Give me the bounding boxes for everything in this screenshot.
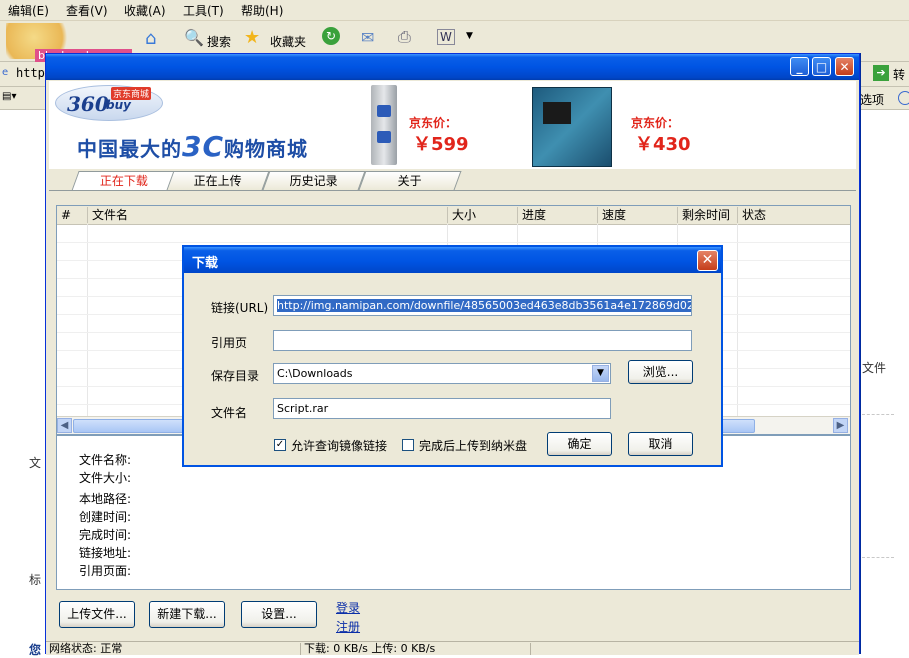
- app-titlebar[interactable]: _ □ ✕: [46, 54, 859, 80]
- list-header: # 文件名 大小 进度 速度 剩余时间 状态: [57, 206, 850, 225]
- home-icon[interactable]: ⌂: [145, 28, 156, 49]
- ad-banner[interactable]: 360 buy 京东商城 中国最大的3C购物商城 京东价： ￥599 京东价： …: [49, 81, 856, 169]
- price2-value: ￥430: [635, 134, 691, 155]
- upload-after-label: 完成后上传到纳米盘: [419, 439, 528, 453]
- slogan-3c: 3C: [182, 130, 225, 163]
- col-filename[interactable]: 文件名: [87, 207, 447, 223]
- network-status: 网络状态: 正常: [49, 642, 123, 655]
- mail-icon[interactable]: ✉: [361, 28, 374, 47]
- url-field[interactable]: http://img.namipan.com/downfile/48565003…: [273, 295, 692, 316]
- slogan-part: 购物商城: [224, 137, 309, 161]
- page-menu-icon[interactable]: ▤▾: [2, 91, 16, 102]
- motherboard-image: [532, 87, 612, 167]
- menu-help[interactable]: 帮助(H): [241, 2, 283, 19]
- register-link[interactable]: 注册: [336, 618, 360, 635]
- help-circle-icon[interactable]: [898, 91, 909, 105]
- mirror-checkbox[interactable]: ✓: [274, 439, 286, 451]
- col-index[interactable]: #: [57, 207, 87, 223]
- tab-downloading[interactable]: 正在下载: [71, 171, 177, 191]
- search-icon[interactable]: 🔍: [184, 28, 204, 47]
- new-download-button[interactable]: 新建下载...: [149, 601, 225, 628]
- col-speed[interactable]: 速度: [597, 207, 677, 223]
- download-dialog: 下载 ✕ 链接(URL) http://img.namipan.com/down…: [182, 245, 723, 467]
- ok-button[interactable]: 确定: [547, 432, 612, 456]
- scroll-left-icon[interactable]: ◀: [57, 418, 72, 433]
- history-icon[interactable]: ↻: [322, 27, 340, 45]
- status-empty: [530, 643, 859, 655]
- url-value: http://img.namipan.com/downfile/48565003…: [277, 299, 691, 312]
- price2-label: 京东价：: [631, 116, 680, 130]
- url-label: 链接(URL): [211, 301, 269, 315]
- bg-text-nin: 您: [29, 643, 42, 657]
- logo-text-buy: buy: [106, 98, 131, 112]
- detail-referer: 引用页面:: [79, 564, 132, 578]
- logo-tag: 京东商城: [111, 87, 152, 100]
- tab-strip: 正在下载 正在上传 历史记录 关于: [49, 171, 856, 191]
- menu-favorites[interactable]: 收藏(A): [124, 2, 166, 19]
- filename-label: 文件名: [211, 406, 248, 420]
- transfer-speed: 下载: 0 KB/s 上传: 0 KB/s: [300, 643, 530, 655]
- maximize-button[interactable]: □: [812, 57, 831, 76]
- detail-completed: 完成时间:: [79, 528, 132, 542]
- browser-menubar: 编辑(E) 查看(V) 收藏(A) 工具(T) 帮助(H): [0, 0, 909, 21]
- search-button[interactable]: 搜索: [207, 33, 231, 50]
- dialog-titlebar[interactable]: 下载 ✕: [184, 247, 721, 273]
- bg-divider: [862, 414, 894, 415]
- upload-file-button[interactable]: 上传文件...: [59, 601, 135, 628]
- favorites-button[interactable]: 收藏夹: [270, 33, 306, 50]
- detail-created: 创建时间:: [79, 510, 132, 524]
- price1-label: 京东价：: [409, 116, 458, 130]
- bg-text-wen: 文: [29, 456, 42, 470]
- ie-page-icon: e: [2, 67, 9, 78]
- upload-after-checkbox[interactable]: [402, 439, 414, 451]
- dialog-title: 下载: [192, 256, 219, 271]
- mirror-label: 允许查询镜像链接: [291, 439, 388, 453]
- logo-text-360: 360: [67, 92, 109, 116]
- tab-divider: [49, 190, 856, 191]
- chevron-down-icon[interactable]: ▼: [466, 31, 473, 41]
- col-size[interactable]: 大小: [447, 207, 517, 223]
- go-button[interactable]: 转: [893, 66, 905, 83]
- bg-divider: [862, 557, 894, 558]
- settings-button[interactable]: 设置...: [241, 601, 317, 628]
- bg-text-wenjian: 文件: [862, 361, 887, 375]
- edit-icon[interactable]: W: [437, 29, 455, 45]
- referer-field[interactable]: [273, 330, 692, 351]
- menu-edit[interactable]: 编辑(E): [8, 2, 49, 19]
- col-status[interactable]: 状态: [737, 207, 850, 223]
- tab-about[interactable]: 关于: [358, 171, 462, 190]
- col-progress[interactable]: 进度: [517, 207, 597, 223]
- scroll-right-icon[interactable]: ▶: [833, 418, 848, 433]
- cancel-button[interactable]: 取消: [628, 432, 693, 456]
- filename-field[interactable]: Script.rar: [273, 398, 611, 419]
- tab-history[interactable]: 历史记录: [262, 171, 366, 190]
- options-button[interactable]: 选项: [860, 91, 884, 108]
- save-dir-value: C:\Downloads: [277, 367, 353, 380]
- banner-slogan: 中国最大的3C购物商城: [77, 130, 308, 163]
- detail-link: 链接地址:: [79, 546, 132, 560]
- close-button[interactable]: ✕: [835, 57, 854, 76]
- menu-tools[interactable]: 工具(T): [183, 2, 224, 19]
- save-dir-label: 保存目录: [211, 369, 260, 383]
- slogan-part: 中国最大的: [77, 137, 182, 161]
- browse-button[interactable]: 浏览...: [628, 360, 693, 384]
- login-link[interactable]: 登录: [336, 599, 360, 616]
- print-icon[interactable]: ⎙: [398, 27, 411, 47]
- col-remaining[interactable]: 剩余时间: [677, 207, 737, 223]
- chevron-down-icon[interactable]: ▼: [592, 365, 609, 382]
- bg-text-biao: 标: [29, 573, 42, 587]
- save-dir-combo[interactable]: C:\Downloads ▼: [273, 363, 611, 384]
- detail-file-name: 文件名称:: [79, 453, 132, 467]
- referer-label: 引用页: [211, 336, 248, 350]
- dialog-close-button[interactable]: ✕: [697, 250, 718, 271]
- star-icon[interactable]: ★: [244, 27, 260, 48]
- detail-local-path: 本地路径:: [79, 492, 132, 506]
- tab-uploading[interactable]: 正在上传: [166, 171, 270, 190]
- go-arrow-icon[interactable]: ➔: [873, 65, 889, 81]
- menu-view[interactable]: 查看(V): [66, 2, 108, 19]
- minimize-button[interactable]: _: [790, 57, 809, 76]
- detail-file-size: 文件大小:: [79, 471, 132, 485]
- price1-value: ￥599: [413, 134, 469, 155]
- graphics-card-image: [371, 85, 397, 165]
